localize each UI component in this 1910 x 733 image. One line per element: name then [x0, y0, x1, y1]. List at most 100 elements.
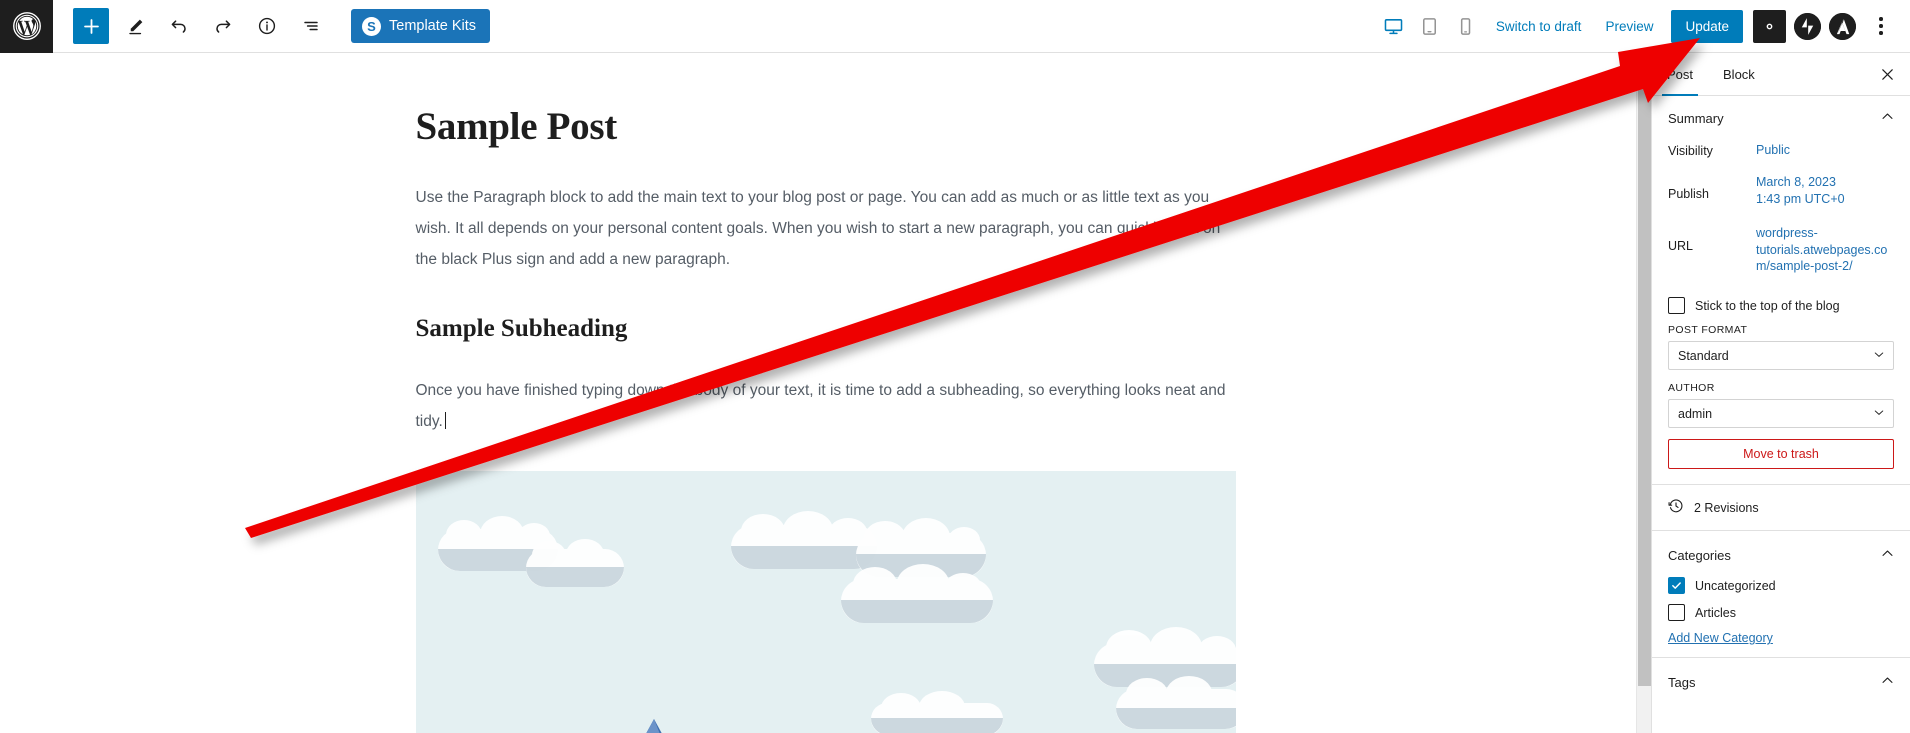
add-new-category-link[interactable]: Add New Category [1652, 627, 1789, 657]
add-block-button[interactable] [73, 8, 109, 44]
visibility-label: Visibility [1668, 144, 1713, 158]
desktop-icon [1385, 18, 1403, 34]
editor-canvas[interactable]: Sample Post Use the Paragraph block to a… [0, 53, 1651, 733]
desktop-preview-button[interactable] [1376, 8, 1412, 44]
sticky-post-label: Stick to the top of the blog [1695, 298, 1840, 313]
list-view-icon [304, 21, 318, 31]
post-content-wrapper: Sample Post Use the Paragraph block to a… [415, 53, 1236, 733]
post-title[interactable]: Sample Post [416, 105, 1236, 150]
mountain-range-illustration [645, 718, 662, 733]
category-label-articles: Articles [1695, 605, 1736, 620]
category-item-articles[interactable]: Articles [1652, 599, 1910, 627]
tab-post[interactable]: Post [1652, 53, 1708, 96]
switch-to-draft-button[interactable]: Switch to draft [1484, 19, 1594, 34]
template-kits-badge-icon: S [362, 16, 381, 36]
chevron-down-icon [1873, 348, 1885, 363]
summary-section-header[interactable]: Summary [1652, 96, 1910, 138]
paragraph-block-1[interactable]: Use the Paragraph block to add the main … [416, 182, 1236, 275]
summary-title: Summary [1668, 110, 1724, 126]
post-settings-sidebar: Post Block Summary Visibility Public Pub… [1651, 53, 1910, 733]
post-format-select[interactable]: Standard [1668, 341, 1894, 371]
undo-arrow-icon [171, 20, 186, 33]
mobile-preview-button[interactable] [1448, 8, 1484, 44]
cloud-shape [525, 538, 624, 587]
more-options-button[interactable] [1868, 9, 1894, 43]
gear-icon [1766, 23, 1773, 29]
url-label: URL [1668, 238, 1694, 253]
publish-time: 1:43 pm UTC+0 [1756, 191, 1845, 206]
scrollbar-thumb[interactable] [1638, 70, 1651, 686]
tab-block[interactable]: Block [1708, 53, 1770, 96]
image-block-mountain-landscape[interactable] [415, 470, 1236, 733]
author-field: AUTHOR admin [1652, 380, 1910, 437]
heading-block-subheading[interactable]: Sample Subheading [416, 315, 1236, 343]
post-format-field: POST FORMAT Standard [1652, 322, 1910, 380]
author-select[interactable]: admin [1668, 399, 1894, 429]
post-format-value: Standard [1678, 348, 1729, 363]
url-value-button[interactable]: wordpress-tutorials.atwebpages.com/sampl… [1756, 225, 1891, 276]
category-checkbox-uncategorized[interactable] [1668, 577, 1685, 595]
sticky-post-checkbox[interactable] [1668, 297, 1685, 315]
chevron-up-icon [1881, 110, 1894, 126]
mobile-icon [1461, 17, 1471, 35]
tablet-preview-button[interactable] [1412, 8, 1448, 44]
chevron-down-icon [1873, 406, 1885, 421]
text-cursor [444, 411, 446, 429]
astra-icon [1829, 12, 1856, 40]
publish-label: Publish [1668, 186, 1709, 201]
tools-pencil-button[interactable] [117, 8, 153, 44]
template-kits-label: Template Kits [389, 18, 477, 34]
wordpress-block-editor: S Template Kits Switch to draft Preview … [0, 0, 1910, 733]
paragraph-block-2-text: Once you have finished typing down the b… [415, 381, 1226, 430]
wordpress-logo-icon[interactable] [0, 0, 53, 53]
preview-button[interactable]: Preview [1593, 19, 1665, 34]
list-view-button[interactable] [293, 8, 329, 44]
sticky-post-row[interactable]: Stick to the top of the blog [1652, 279, 1910, 322]
cloud-shape [840, 563, 993, 623]
close-icon [1881, 68, 1893, 80]
redo-button[interactable] [205, 8, 241, 44]
cloud-shape [730, 510, 877, 569]
paragraph-block-2[interactable]: Once you have finished typing down the b… [416, 375, 1236, 437]
left-toolbar-group: S Template Kits [73, 8, 491, 44]
chevron-up-icon [1881, 547, 1894, 563]
details-button[interactable] [249, 8, 285, 44]
category-item-uncategorized[interactable]: Uncategorized [1652, 571, 1910, 599]
revisions-button[interactable]: 2 Revisions [1652, 485, 1910, 532]
category-label-uncategorized: Uncategorized [1695, 578, 1776, 593]
author-label: AUTHOR [1668, 382, 1715, 395]
tags-title: Tags [1668, 674, 1696, 690]
sidebar-scrollbar[interactable] [1636, 53, 1652, 733]
publish-value-button[interactable]: March 8, 2023 1:43 pm UTC+0 [1756, 174, 1845, 208]
chevron-up-icon [1881, 674, 1894, 690]
publish-date: March 8, 2023 [1756, 174, 1836, 189]
right-toolbar-group: Switch to draft Preview Update [1376, 8, 1910, 44]
template-kits-button[interactable]: S Template Kits [351, 9, 491, 43]
editor-top-toolbar: S Template Kits Switch to draft Preview … [0, 0, 1910, 53]
update-button[interactable]: Update [1671, 9, 1743, 43]
jetpack-button[interactable] [1794, 12, 1821, 40]
categories-title: Categories [1668, 547, 1731, 563]
info-circle-icon [258, 17, 276, 35]
visibility-row: Visibility Public [1652, 138, 1910, 163]
redo-arrow-icon [216, 20, 231, 33]
triangle-up-icon [1641, 58, 1648, 63]
publish-row: Publish March 8, 2023 1:43 pm UTC+0 [1652, 163, 1910, 212]
pencil-icon [128, 19, 142, 34]
kebab-menu-icon [1879, 17, 1883, 21]
settings-button[interactable] [1753, 9, 1786, 43]
close-sidebar-button[interactable] [1874, 61, 1900, 87]
tags-section-header[interactable]: Tags [1652, 658, 1910, 702]
revision-clock-icon [1668, 498, 1684, 517]
move-to-trash-button[interactable]: Move to trash [1668, 439, 1894, 470]
categories-section-header[interactable]: Categories [1652, 531, 1910, 571]
url-row: URL wordpress-tutorials.atwebpages.com/s… [1652, 212, 1910, 280]
category-checkbox-articles[interactable] [1668, 604, 1685, 622]
sidebar-tabs: Post Block [1652, 53, 1910, 96]
scroll-up-button[interactable] [1637, 53, 1652, 68]
undo-button[interactable] [161, 8, 197, 44]
astra-button[interactable] [1829, 12, 1856, 40]
visibility-value-button[interactable]: Public [1756, 142, 1790, 159]
author-value: admin [1678, 406, 1713, 421]
tablet-icon [1423, 17, 1437, 35]
